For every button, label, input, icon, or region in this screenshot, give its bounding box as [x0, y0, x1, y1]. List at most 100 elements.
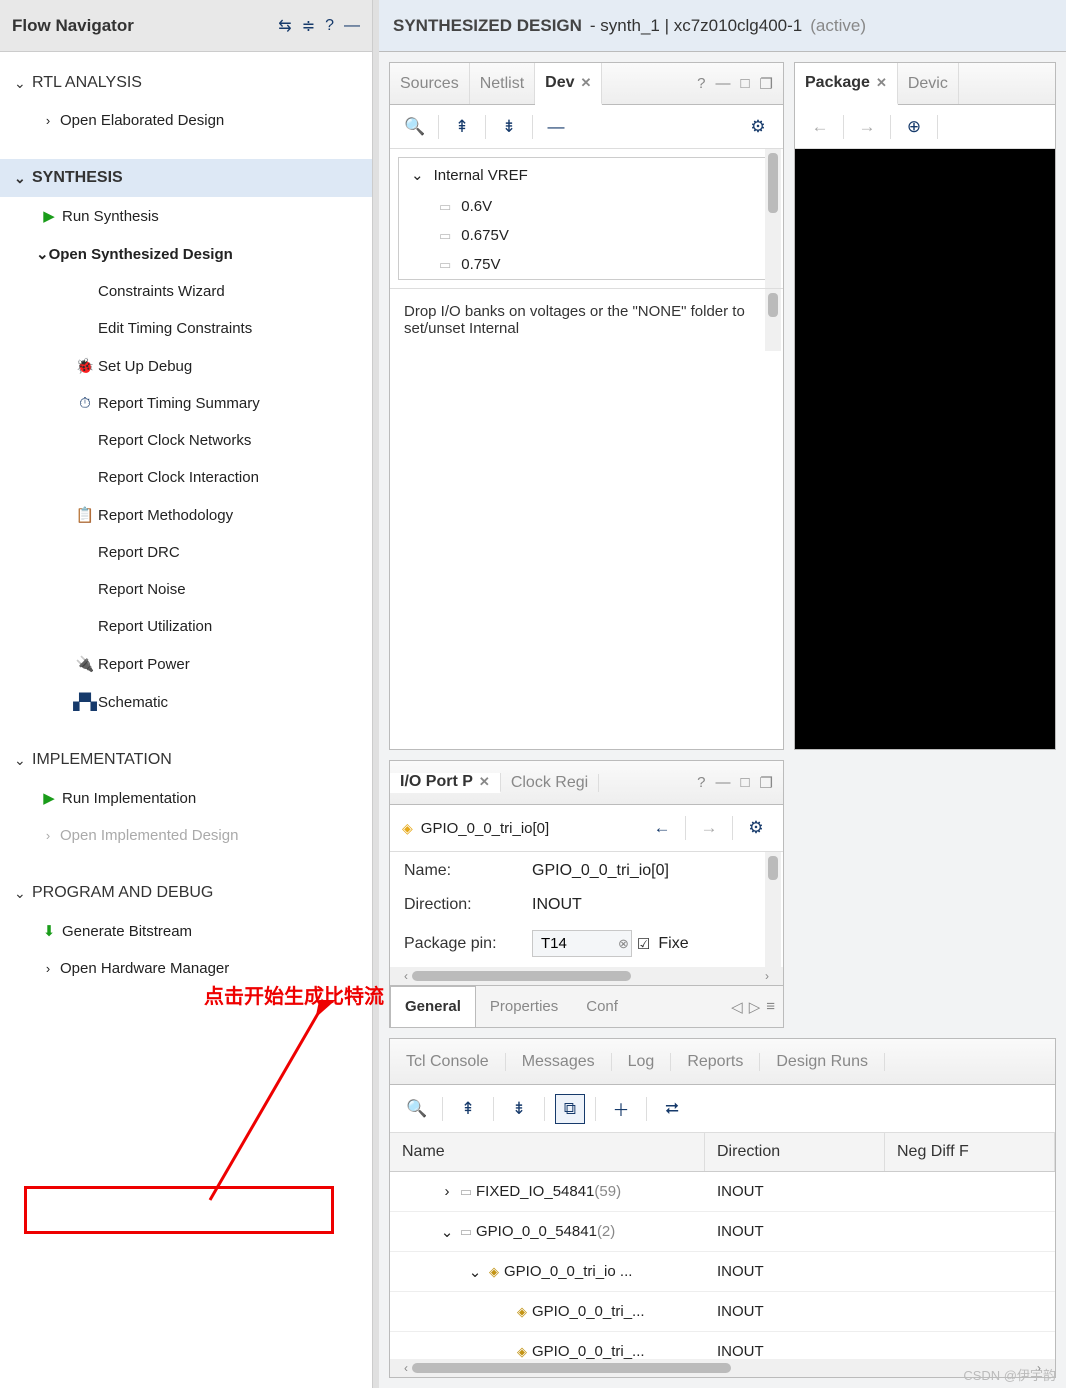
item-run-synthesis[interactable]: ▶ Run Synthesis — [0, 197, 372, 235]
scrollbar[interactable] — [765, 289, 781, 351]
h-scrollbar[interactable]: ‹› — [390, 967, 783, 985]
minimize-icon[interactable]: — — [715, 75, 730, 92]
minimize-icon[interactable]: — — [344, 17, 360, 35]
back-icon[interactable]: ← — [647, 813, 677, 843]
chevron-down-icon: ⌄ — [411, 166, 424, 184]
scrollbar[interactable] — [765, 149, 781, 288]
zoom-in-icon[interactable]: ⊕ — [899, 112, 929, 142]
close-icon[interactable]: ✕ — [479, 774, 490, 790]
package-pin-input[interactable] — [532, 930, 632, 957]
table-row[interactable]: ⌄◈ GPIO_0_0_tri_io ... INOUT — [390, 1252, 1055, 1292]
table-row[interactable]: ›▭ FIXED_IO_54841 (59)INOUT — [390, 1172, 1055, 1212]
float-icon[interactable]: ❐ — [760, 774, 773, 792]
item-open-hardware-manager[interactable]: › Open Hardware Manager — [0, 950, 372, 987]
tab-reports[interactable]: Reports — [671, 1053, 760, 1071]
clipboard-icon: 📋 — [72, 506, 98, 524]
tab-general[interactable]: General — [390, 986, 476, 1027]
gear-icon[interactable]: ⚙ — [741, 813, 771, 843]
col-neg-diff[interactable]: Neg Diff F — [885, 1133, 1055, 1171]
col-name[interactable]: Name — [390, 1133, 705, 1171]
export-icon[interactable]: ⮂ — [657, 1094, 687, 1124]
tree-icon[interactable]: ⧉ — [555, 1094, 585, 1124]
tab-dev[interactable]: Dev✕ — [535, 63, 602, 105]
item-report-noise[interactable]: Report Noise — [0, 571, 372, 608]
minus-icon[interactable]: — — [541, 112, 571, 142]
item-open-synth-design[interactable]: ⌄ Open Synthesized Design — [0, 235, 372, 273]
item-report-clock-interaction[interactable]: Report Clock Interaction — [0, 459, 372, 496]
maximize-icon[interactable]: □ — [740, 75, 749, 92]
item-open-elaborated[interactable]: › Open Elaborated Design — [0, 102, 372, 139]
item-report-clock-networks[interactable]: Report Clock Networks — [0, 422, 372, 459]
section-rtl: ⌄ RTL ANALYSIS › Open Elaborated Design — [0, 64, 372, 139]
table-row[interactable]: ◈ GPIO_0_0_tri_... INOUT — [390, 1292, 1055, 1332]
tab-config[interactable]: Conf — [572, 986, 632, 1027]
tab-messages[interactable]: Messages — [506, 1053, 612, 1071]
vref-item[interactable]: ▭0.75V — [439, 250, 774, 279]
close-icon[interactable]: ✕ — [581, 75, 592, 91]
help-icon[interactable]: ? — [325, 17, 334, 35]
vref-item[interactable]: ▭0.6V — [439, 192, 774, 221]
table-row[interactable]: ◈ GPIO_0_0_tri_... INOUT — [390, 1332, 1055, 1359]
back-icon[interactable]: ← — [805, 112, 835, 142]
item-edit-timing-constraints[interactable]: Edit Timing Constraints — [0, 310, 372, 347]
forward-icon[interactable]: → — [694, 813, 724, 843]
scrollbar[interactable] — [765, 852, 781, 967]
section-impl-header[interactable]: ⌄ IMPLEMENTATION — [0, 741, 372, 779]
item-report-power[interactable]: 🔌Report Power — [0, 645, 372, 683]
menu-icon[interactable]: ≡ — [766, 998, 775, 1016]
item-generate-bitstream[interactable]: ⬇︎ Generate Bitstream — [0, 912, 372, 950]
item-report-timing-summary[interactable]: ⏱Report Timing Summary — [0, 385, 372, 422]
vref-item[interactable]: ▭0.675V — [439, 221, 774, 250]
section-rtl-header[interactable]: ⌄ RTL ANALYSIS — [0, 64, 372, 102]
vref-header[interactable]: ⌄ Internal VREF — [399, 158, 774, 192]
prev-icon[interactable]: ◁ — [731, 998, 743, 1016]
design-subtitle: - synth_1 | xc7z010clg400-1 — [590, 16, 802, 36]
collapse-all-icon[interactable]: ⇞ — [453, 1094, 483, 1124]
item-set-up-debug[interactable]: 🐞Set Up Debug — [0, 347, 372, 385]
tab-properties[interactable]: Properties — [476, 986, 572, 1027]
tab-device[interactable]: Devic — [898, 63, 959, 104]
item-constraints-wizard[interactable]: Constraints Wizard — [0, 273, 372, 310]
help-icon[interactable]: ? — [697, 75, 705, 92]
float-icon[interactable]: ❐ — [760, 75, 773, 93]
search-icon[interactable]: 🔍 — [402, 1094, 432, 1124]
collapse-icon[interactable]: ⇆ — [278, 16, 291, 36]
tab-netlist[interactable]: Netlist — [470, 63, 535, 104]
maximize-icon[interactable]: □ — [740, 774, 749, 791]
forward-icon[interactable]: → — [852, 112, 882, 142]
package-view[interactable] — [795, 149, 1055, 749]
add-icon[interactable]: ＋ — [606, 1094, 636, 1124]
tab-design-runs[interactable]: Design Runs — [760, 1053, 885, 1071]
col-direction[interactable]: Direction — [705, 1133, 885, 1171]
bug-icon: 🐞 — [72, 357, 98, 375]
help-icon[interactable]: ? — [697, 774, 705, 791]
tab-sources[interactable]: Sources — [390, 63, 470, 104]
tab-tcl-console[interactable]: Tcl Console — [390, 1053, 506, 1071]
tab-io-port[interactable]: I/O Port P✕ — [390, 773, 501, 793]
gear-icon[interactable]: ⚙ — [743, 112, 773, 142]
item-run-implementation[interactable]: ▶ Run Implementation — [0, 779, 372, 817]
fixed-checkbox[interactable]: ☑ — [637, 935, 650, 953]
expand-all-icon[interactable]: ⇟ — [504, 1094, 534, 1124]
main-pane: SYNTHESIZED DESIGN - synth_1 | xc7z010cl… — [379, 0, 1066, 1388]
tab-log[interactable]: Log — [612, 1053, 672, 1071]
item-report-methodology[interactable]: 📋Report Methodology — [0, 496, 372, 534]
h-scrollbar[interactable]: ‹› — [390, 1359, 1055, 1377]
section-pnd-header[interactable]: ⌄ PROGRAM AND DEBUG — [0, 874, 372, 912]
clear-icon[interactable]: ⊗ — [618, 936, 629, 952]
item-report-utilization[interactable]: Report Utilization — [0, 608, 372, 645]
next-icon[interactable]: ▷ — [749, 998, 761, 1016]
search-icon[interactable]: 🔍 — [400, 112, 430, 142]
expand-all-icon[interactable]: ⇟ — [494, 112, 524, 142]
tab-clock-regions[interactable]: Clock Regi — [501, 774, 599, 792]
item-report-drc[interactable]: Report DRC — [0, 534, 372, 571]
item-schematic[interactable]: ▞▚Schematic — [0, 683, 372, 721]
collapse-all-icon[interactable]: ⇞ — [447, 112, 477, 142]
section-synthesis-header[interactable]: ⌄ SYNTHESIS — [0, 159, 372, 197]
close-icon[interactable]: ✕ — [876, 75, 887, 91]
table-row[interactable]: ⌄▭ GPIO_0_0_54841 (2)INOUT — [390, 1212, 1055, 1252]
minimize-icon[interactable]: — — [715, 774, 730, 791]
updown-icon[interactable]: ≑ — [302, 16, 315, 36]
item-open-implemented-design[interactable]: › Open Implemented Design — [0, 817, 372, 854]
tab-package[interactable]: Package✕ — [795, 63, 898, 105]
